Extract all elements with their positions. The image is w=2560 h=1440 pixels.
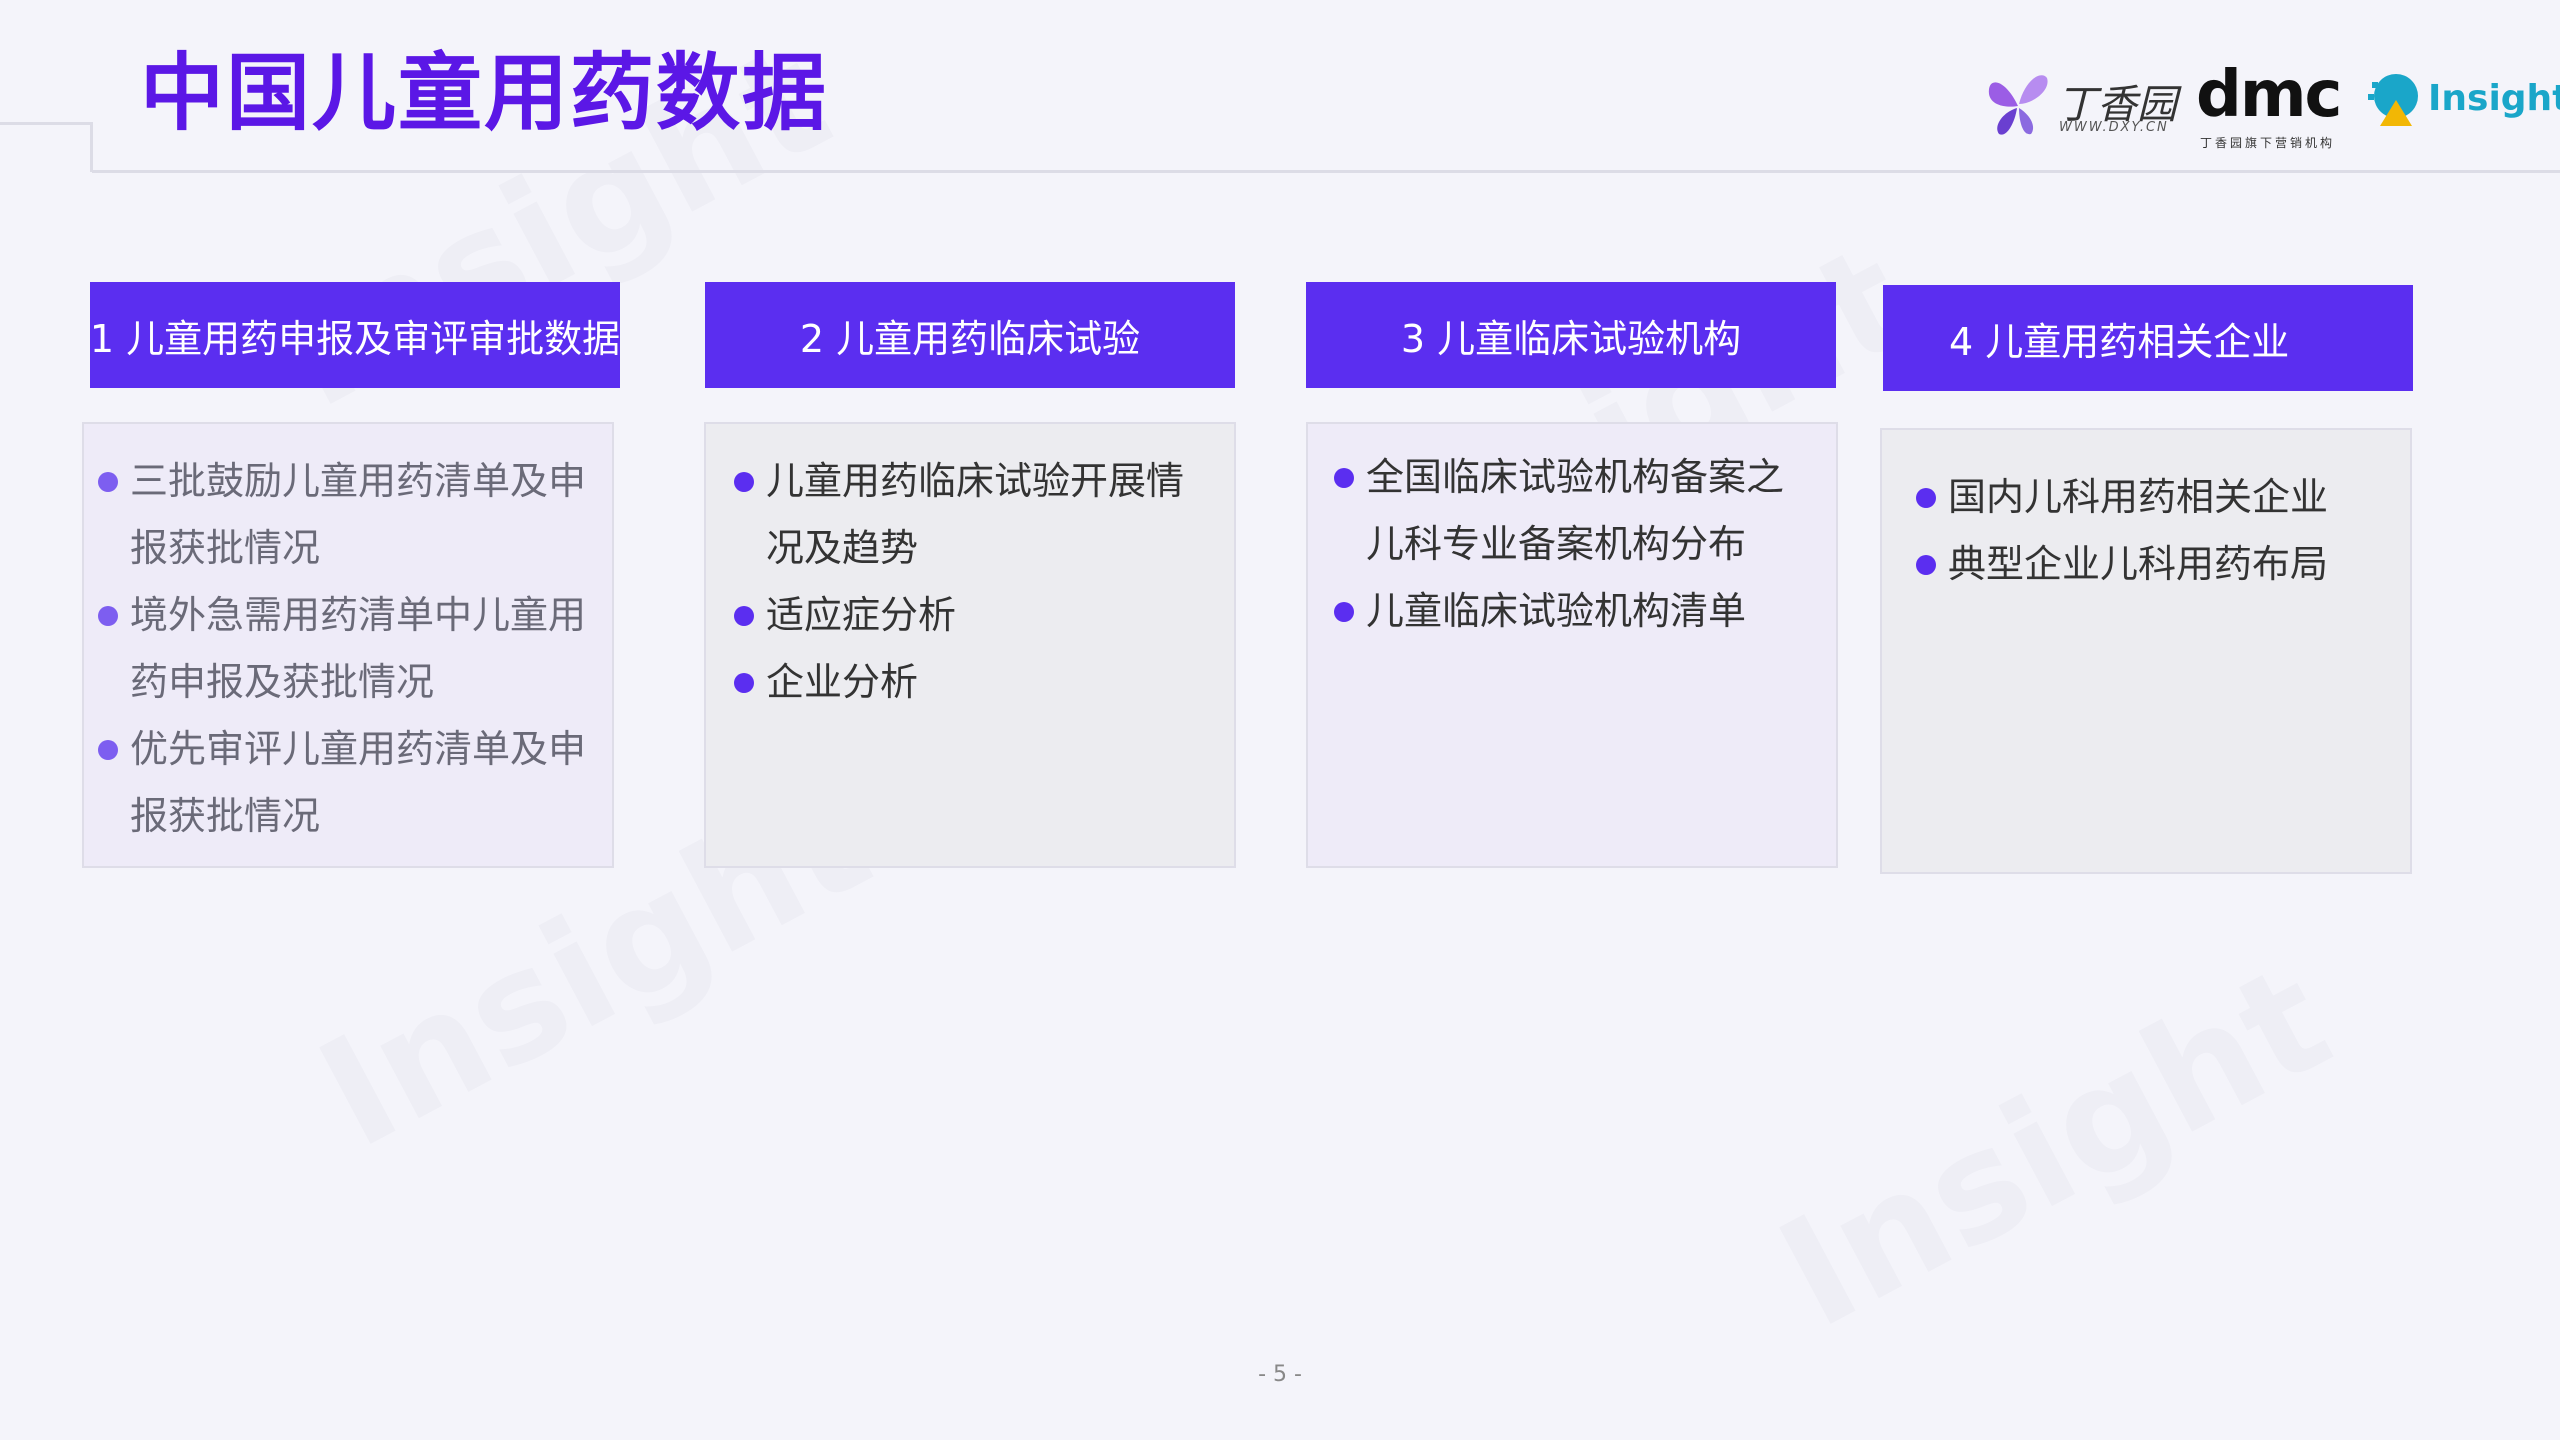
insight-mark-icon xyxy=(2368,74,2418,126)
list-item: 企业分析 xyxy=(720,649,1216,716)
section-header-3: 3 儿童临床试验机构 xyxy=(1306,282,1836,388)
list-item: 国内儿科用药相关企业 xyxy=(1902,464,2392,531)
header-divider xyxy=(90,122,93,172)
dmc-logo: dmc 丁香园旗下营销机构 xyxy=(2196,58,2342,152)
list-item: 典型企业儿科用药布局 xyxy=(1902,531,2392,598)
bullet-icon xyxy=(98,606,118,626)
list-item: 三批鼓励儿童用药清单及申报获批情况 xyxy=(84,448,594,582)
section-card-1: 三批鼓励儿童用药清单及申报获批情况 境外急需用药清单中儿童用药申报及获批情况 优… xyxy=(82,422,614,868)
bullet-icon xyxy=(1916,488,1936,508)
section-card-4: 国内儿科用药相关企业 典型企业儿科用药布局 xyxy=(1880,428,2412,874)
dxy-logo: 丁香园 WWW.DXY.CN xyxy=(1985,68,2177,144)
section-header-1: 1 儿童用药申报及审评审批数据 xyxy=(90,282,620,388)
dmc-name: dmc xyxy=(2196,58,2342,132)
bullet-icon xyxy=(1334,602,1354,622)
insight-name: Insight xyxy=(2428,78,2560,119)
bullet-icon xyxy=(1916,555,1936,575)
bullet-icon xyxy=(734,606,754,626)
section-card-3: 全国临床试验机构备案之儿科专业备案机构分布 儿童临床试验机构清单 xyxy=(1306,422,1838,868)
watermark: Insight xyxy=(1754,932,2356,1362)
bullet-icon xyxy=(734,472,754,492)
section-header-label: 3 儿童临床试验机构 xyxy=(1400,316,1742,361)
list-item: 儿童用药临床试验开展情况及趋势 xyxy=(720,448,1216,582)
list-item: 儿童临床试验机构清单 xyxy=(1320,578,1818,645)
section-header-label: 2 儿童用药临床试验 xyxy=(799,316,1141,361)
bullet-icon xyxy=(734,673,754,693)
dmc-subtitle: 丁香园旗下营销机构 xyxy=(2200,136,2336,150)
section-header-label: 4 儿童用药相关企业 xyxy=(1949,319,2290,364)
bullet-icon xyxy=(98,740,118,760)
butterfly-icon xyxy=(1988,75,2048,135)
list-item: 优先审评儿童用药清单及申报获批情况 xyxy=(84,716,594,850)
section-card-2: 儿童用药临床试验开展情况及趋势 适应症分析 企业分析 xyxy=(704,422,1236,868)
header-divider xyxy=(92,170,2560,173)
page-title: 中国儿童用药数据 xyxy=(140,44,829,142)
bullet-icon xyxy=(1334,468,1354,488)
list-item: 适应症分析 xyxy=(720,582,1216,649)
bullet-icon xyxy=(98,472,118,492)
list-item: 境外急需用药清单中儿童用药申报及获批情况 xyxy=(84,582,594,716)
dxy-url: WWW.DXY.CN xyxy=(2059,120,2169,135)
insight-logo: Insight xyxy=(2366,72,2560,136)
section-header-label: 1 儿童用药申报及审评审批数据 xyxy=(89,316,621,361)
header-divider xyxy=(0,122,92,125)
list-item: 全国临床试验机构备案之儿科专业备案机构分布 xyxy=(1320,444,1818,578)
section-header-2: 2 儿童用药临床试验 xyxy=(705,282,1235,388)
section-header-4: 4 儿童用药相关企业 xyxy=(1883,285,2413,391)
page-number: - 5 - xyxy=(1258,1362,1302,1387)
